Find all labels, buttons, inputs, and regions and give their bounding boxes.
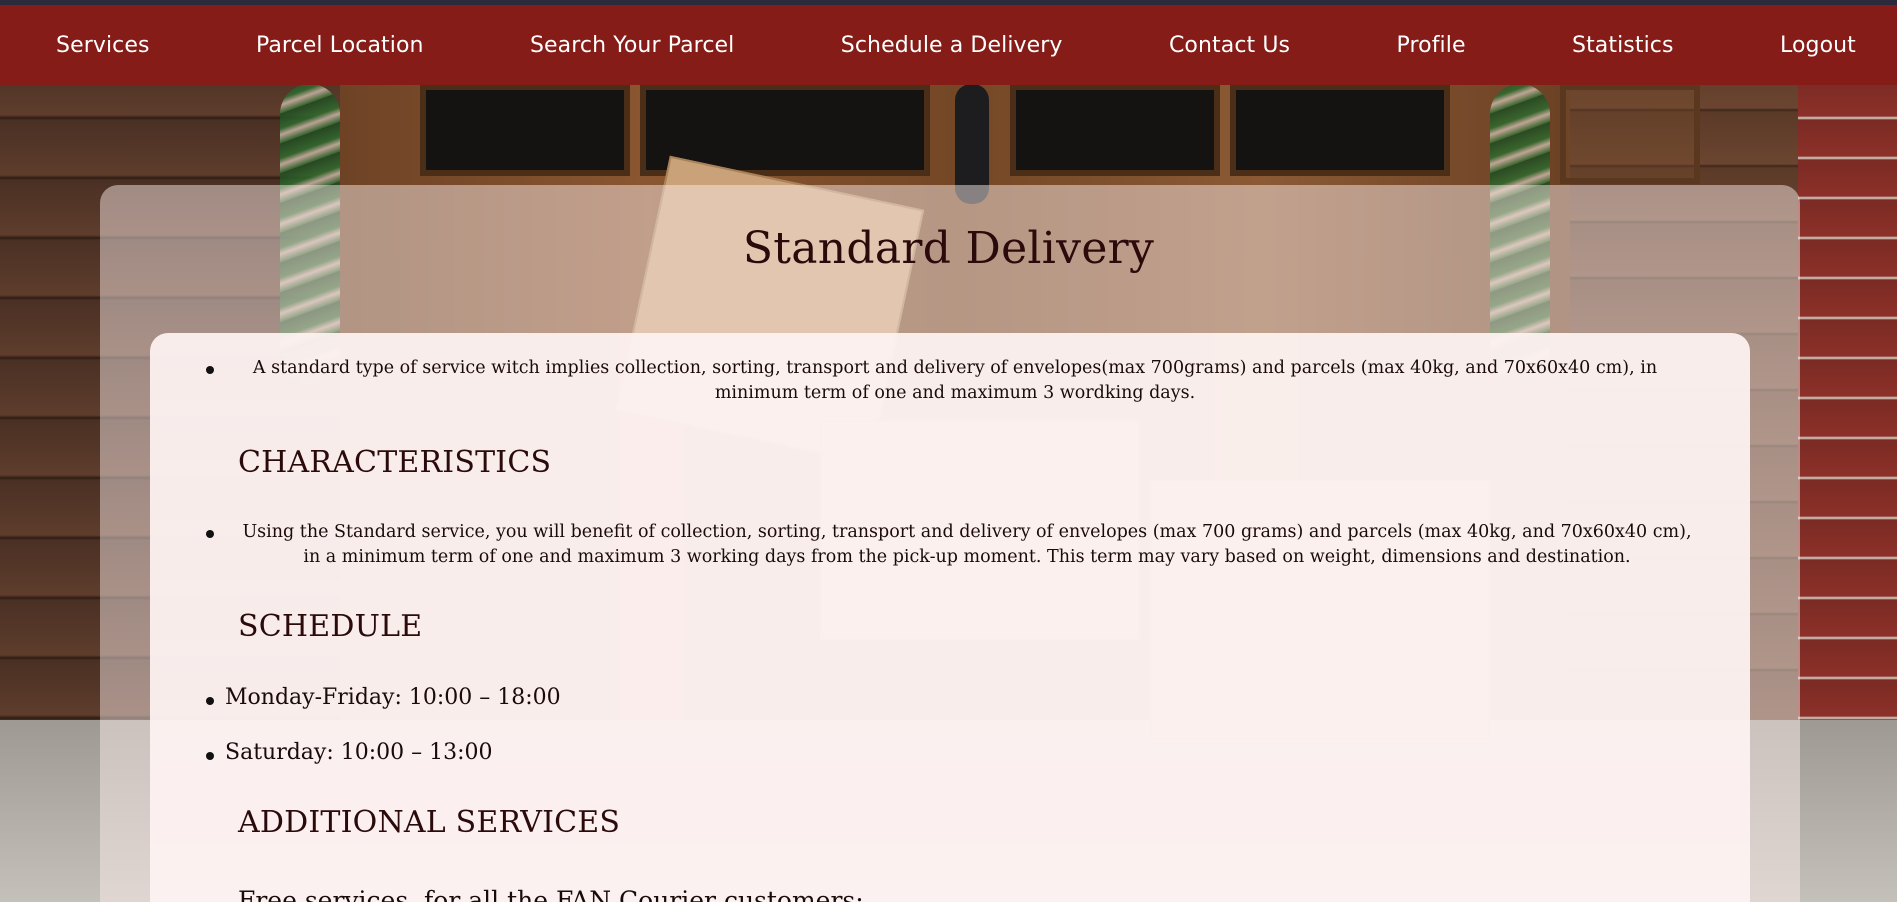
additional-services-heading: ADDITIONAL SERVICES <box>238 805 621 840</box>
nav-profile[interactable]: Profile <box>1397 33 1466 58</box>
schedule-weekdays: Monday-Friday: 10:00 – 18:00 <box>225 685 561 710</box>
door-window <box>1230 84 1450 176</box>
door-window <box>1010 84 1220 176</box>
schedule-saturday: Saturday: 10:00 – 13:00 <box>225 740 493 765</box>
additional-services-text: Free services, for all the FAN Courier c… <box>238 886 864 902</box>
characteristics-heading: CHARACTERISTICS <box>238 445 552 480</box>
schedule-heading: SCHEDULE <box>238 609 423 644</box>
bullet-icon <box>206 697 214 705</box>
door-window <box>420 84 630 176</box>
bullet-icon <box>206 752 214 760</box>
nav-schedule-delivery[interactable]: Schedule a Delivery <box>841 33 1063 58</box>
nav-statistics[interactable]: Statistics <box>1572 33 1674 58</box>
main-nav: Services Parcel Location Search Your Par… <box>0 5 1897 85</box>
characteristics-text: Using the Standard service, you will ben… <box>242 522 1692 567</box>
door-panel <box>1560 84 1700 184</box>
nav-search-parcel[interactable]: Search Your Parcel <box>530 33 734 58</box>
page-title: Standard Delivery <box>742 223 1155 274</box>
nav-contact-us[interactable]: Contact Us <box>1169 33 1290 58</box>
nav-parcel-location[interactable]: Parcel Location <box>256 33 424 58</box>
nav-services[interactable]: Services <box>56 33 150 58</box>
bullet-icon <box>206 530 214 538</box>
nav-logout[interactable]: Logout <box>1780 33 1856 58</box>
intro-text: A standard type of service witch implies… <box>252 358 1658 403</box>
bullet-icon <box>206 366 214 374</box>
